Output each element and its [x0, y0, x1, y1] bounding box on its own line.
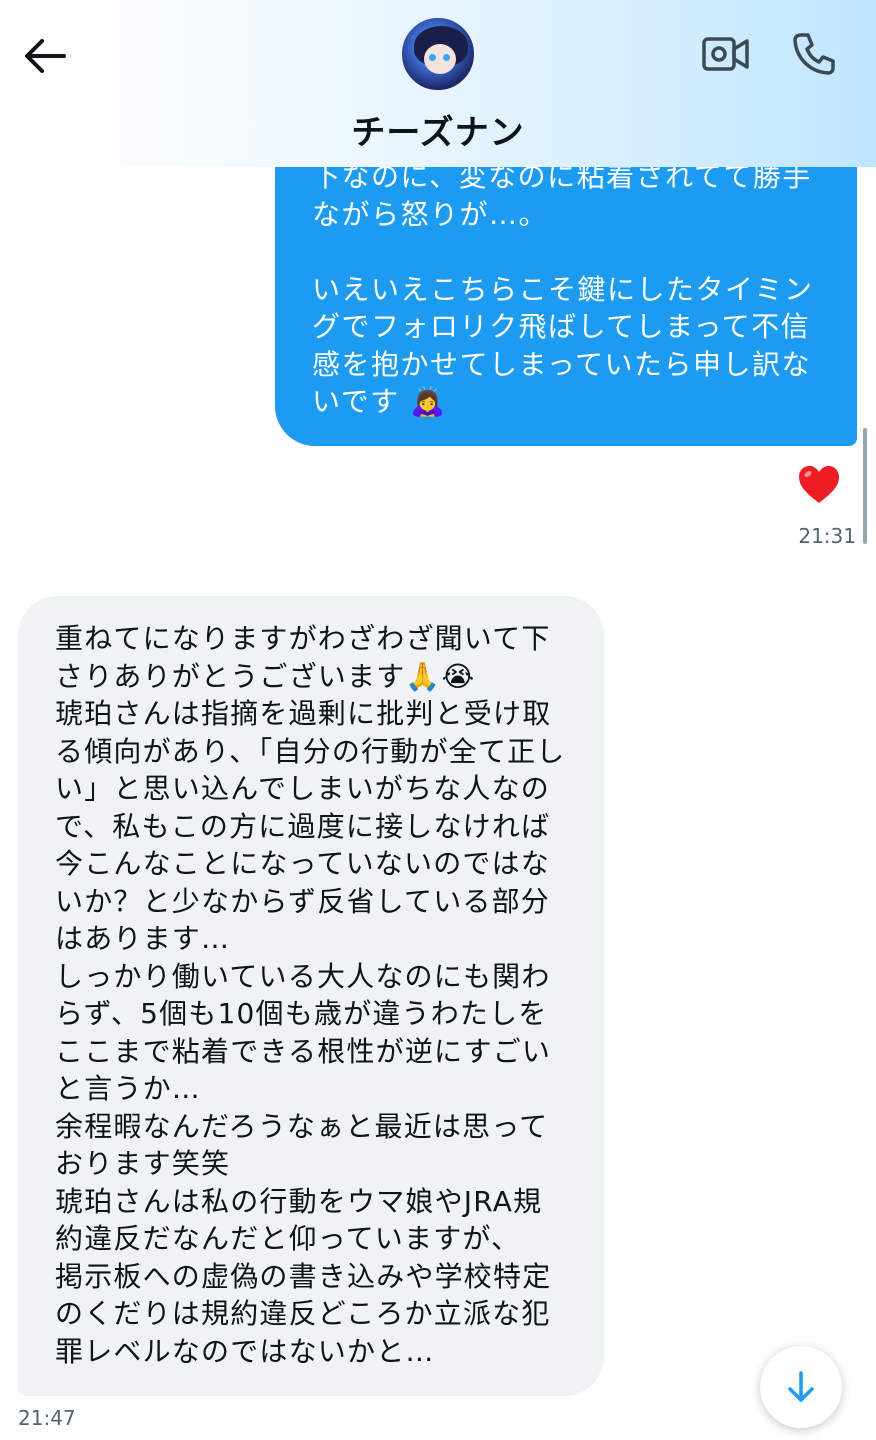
conversation-header: チーズナン [0, 0, 876, 167]
phone-icon [793, 33, 835, 75]
voice-call-button[interactable] [786, 26, 842, 82]
dm-conversation-screen: チーズナン 下なのに、変なのに粘着されてて勝手 ながら怒りが…。 いえいえこちら… [0, 0, 876, 1440]
scrollbar-thumb[interactable] [863, 428, 867, 544]
received-message-bubble[interactable]: 重ねてになりますがわざわざ聞いて下 さりありがとうございます🙏😭 琥珀さんは指摘… [18, 596, 604, 1396]
heart-reaction-icon[interactable] [796, 462, 842, 508]
video-call-button[interactable] [698, 28, 754, 80]
back-button[interactable] [18, 30, 70, 82]
arrow-left-icon [25, 39, 66, 73]
avatar[interactable] [399, 15, 477, 93]
video-camera-icon [702, 37, 749, 71]
scroll-to-bottom-button[interactable] [760, 1346, 842, 1428]
arrow-down-icon [788, 1371, 814, 1402]
sent-timestamp: 21:31 [798, 524, 856, 548]
received-timestamp: 21:47 [18, 1406, 76, 1430]
contact-name[interactable]: チーズナン [0, 105, 876, 154]
